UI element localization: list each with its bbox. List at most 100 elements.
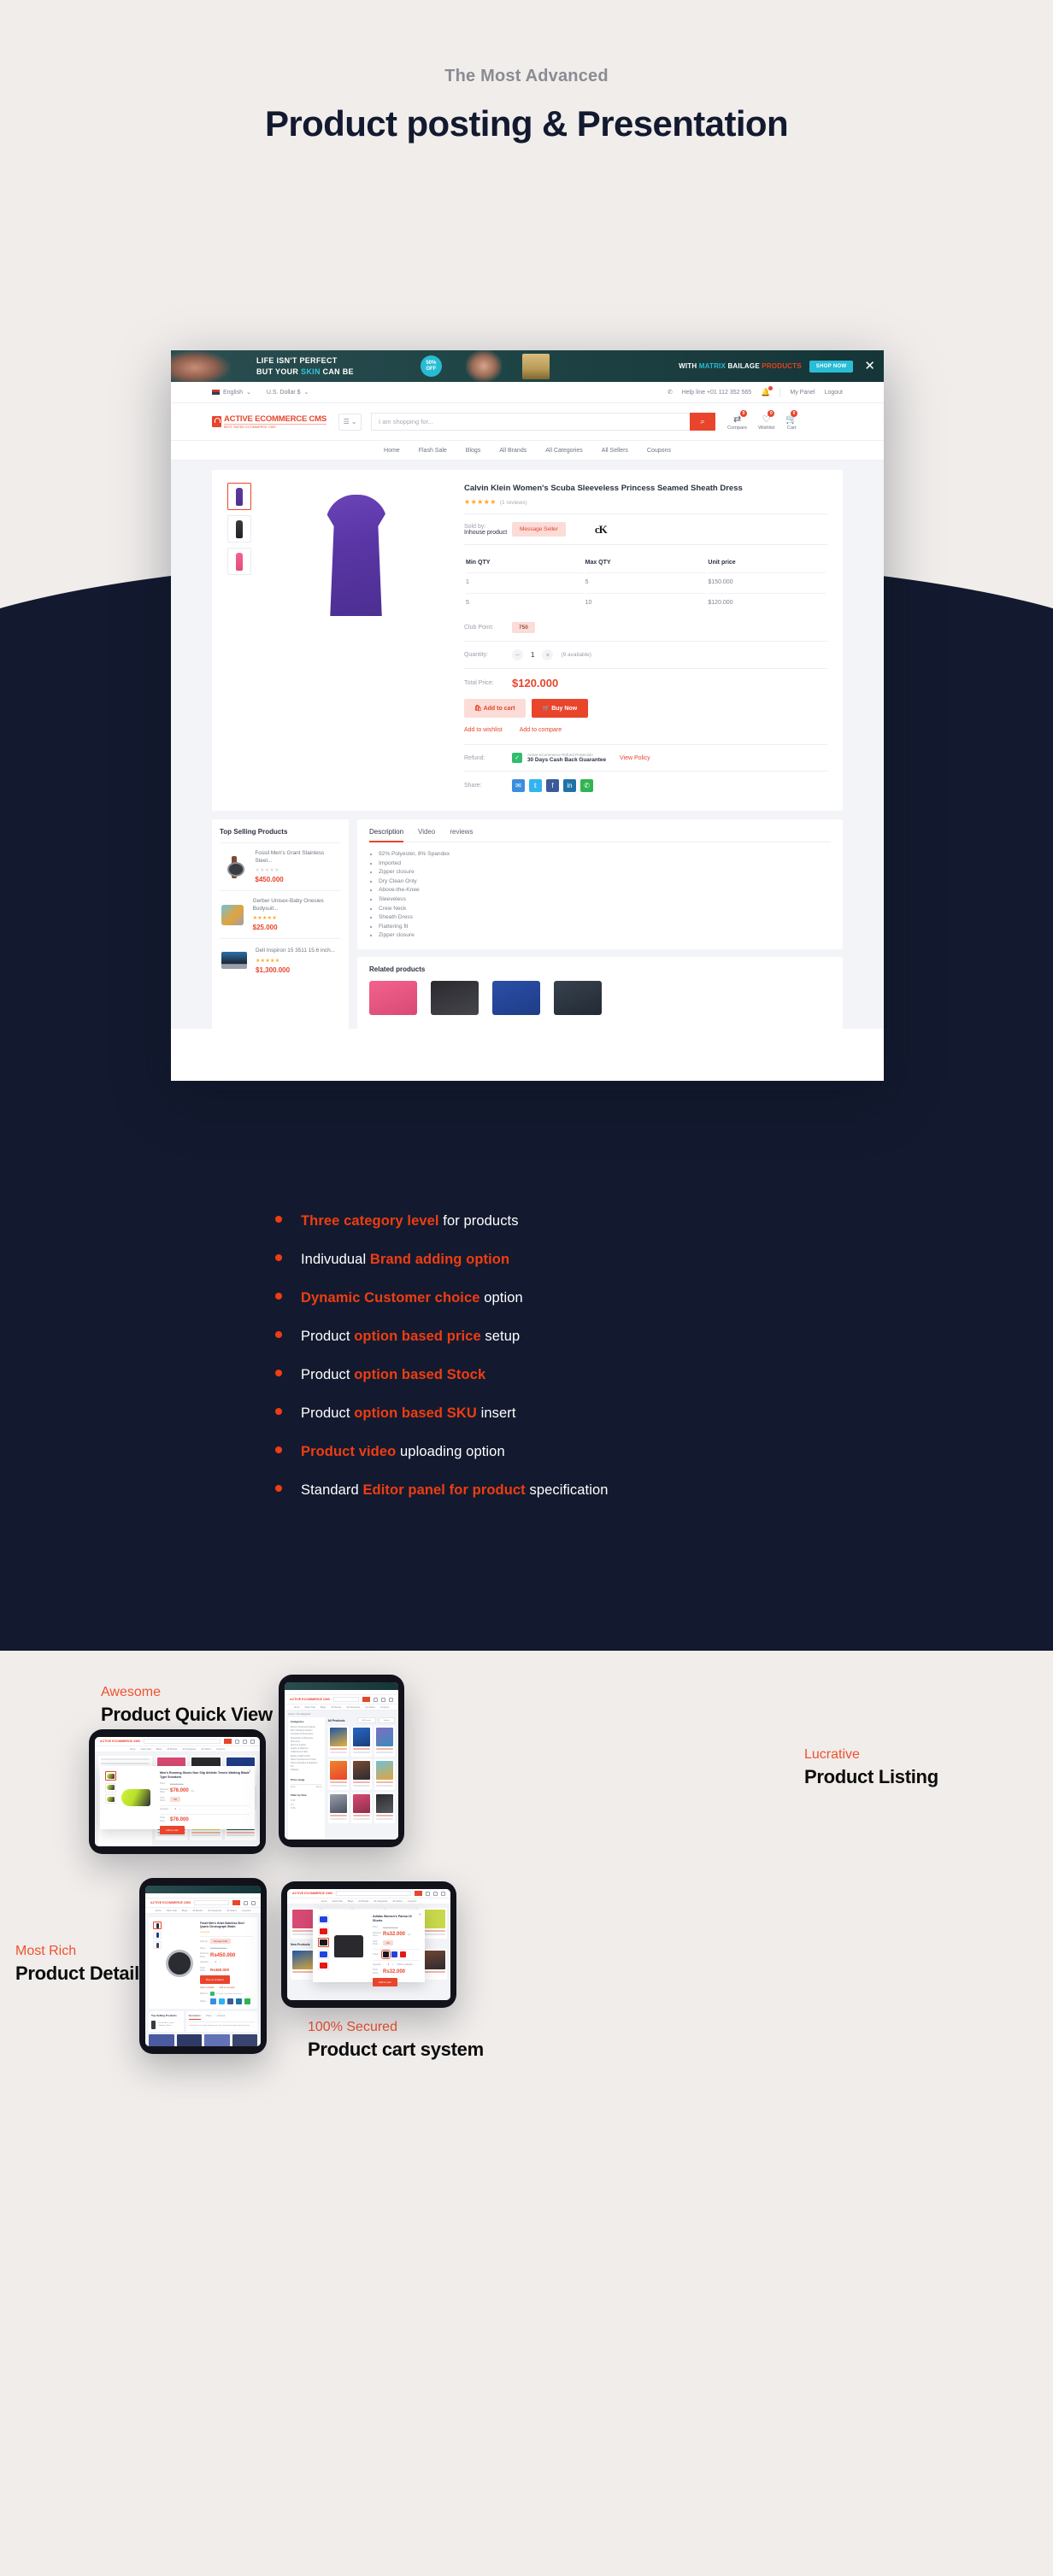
nav-item-all-brands[interactable]: All Brands xyxy=(358,1900,368,1903)
quantity-decrement-button[interactable]: − xyxy=(170,1808,172,1810)
nav-item-blogs[interactable]: Blogs xyxy=(156,1748,162,1751)
nav-item-blogs[interactable]: Blogs xyxy=(466,448,481,454)
nav-item-all-sellers[interactable]: All Sellers xyxy=(602,448,628,454)
nav-item-coupons[interactable]: Coupons xyxy=(216,1748,225,1751)
list-item[interactable] xyxy=(350,1793,372,1823)
search-input[interactable]: I am shopping for... xyxy=(371,413,691,431)
nav-item-all-brands[interactable]: All Brands xyxy=(331,1706,341,1709)
search-icon[interactable] xyxy=(415,1891,422,1896)
list-item[interactable] xyxy=(374,1793,395,1823)
close-icon[interactable]: ✕ xyxy=(864,360,875,373)
nav-item-flash-sale[interactable]: Flash Sale xyxy=(419,448,447,454)
nav-item-all-sellers[interactable]: All Sellers xyxy=(201,1748,211,1751)
cart-icon[interactable]: 🛒 0 Cart xyxy=(785,409,798,431)
nav-item-coupons[interactable]: Coupons xyxy=(408,1900,416,1903)
linkedin-share-icon[interactable]: in xyxy=(563,779,576,792)
compare-icon[interactable] xyxy=(244,1900,248,1905)
related-product-image[interactable] xyxy=(492,980,540,1015)
color-swatch-red[interactable] xyxy=(400,1951,406,1958)
site-logo[interactable]: ACTIVE ECOMMERCE CMS BEST RATED ECOMMERC… xyxy=(212,414,326,429)
related-product-image[interactable] xyxy=(431,980,479,1015)
email-share-icon[interactable] xyxy=(210,1998,216,2005)
list-item[interactable] xyxy=(374,1726,395,1757)
nav-item-all-categories[interactable]: All Categories xyxy=(545,448,583,454)
twitter-share-icon[interactable]: 𝕥 xyxy=(529,779,542,792)
nav-item-all-brands[interactable]: All Brands xyxy=(499,448,526,454)
currency-selector[interactable]: U.S. Dollar $ ⌄ xyxy=(267,389,309,396)
whatsapp-share-icon[interactable]: ✆ xyxy=(580,779,593,792)
nav-item-all-sellers[interactable]: All Sellers xyxy=(226,1910,237,1912)
logout-link[interactable]: Logout xyxy=(825,390,843,396)
close-icon[interactable]: ✕ xyxy=(249,1769,251,1773)
related-product-image[interactable] xyxy=(369,980,417,1015)
search-icon[interactable] xyxy=(362,1697,370,1702)
quantity-decrement-button[interactable]: − xyxy=(383,1963,385,1966)
add-to-wishlist-link[interactable]: Add to wishlist xyxy=(200,1986,215,1989)
nav-item-flash-sale[interactable]: Flash Sale xyxy=(167,1910,177,1912)
nav-item-blogs[interactable]: Blogs xyxy=(321,1706,326,1709)
tab-description[interactable]: Description xyxy=(369,828,404,842)
related-product-image[interactable] xyxy=(554,980,602,1015)
quantity-decrement-button[interactable]: − xyxy=(210,1961,212,1963)
buy-on-amazon-button[interactable]: Buy on Amazon xyxy=(200,1975,231,1985)
cart-icon[interactable] xyxy=(250,1739,255,1744)
nav-item-home[interactable]: Home xyxy=(384,448,400,454)
wishlist-icon[interactable]: ♡ 0 Wishlist xyxy=(758,409,775,431)
search-icon[interactable] xyxy=(232,1900,240,1905)
cart-icon[interactable] xyxy=(389,1697,393,1702)
thumbnail[interactable] xyxy=(153,1931,162,1939)
thumbnail[interactable] xyxy=(318,1961,329,1970)
quantity-increment-button[interactable]: + xyxy=(392,1963,394,1966)
tab-video[interactable]: Video xyxy=(206,2014,212,2020)
product-thumbnail-black[interactable] xyxy=(227,515,251,543)
price-slider[interactable] xyxy=(291,1783,322,1786)
nav-item-blogs[interactable]: Blogs xyxy=(182,1910,188,1912)
nav-item-all-sellers[interactable]: All Sellers xyxy=(365,1706,375,1709)
quantity-decrement-button[interactable]: − xyxy=(512,649,523,660)
my-panel-link[interactable]: My Panel xyxy=(790,390,815,396)
search-input[interactable] xyxy=(335,1891,411,1896)
color-swatch-blue[interactable] xyxy=(391,1951,397,1958)
wishlist-icon[interactable] xyxy=(433,1891,438,1896)
wishlist-icon[interactable] xyxy=(243,1739,247,1744)
brand-filter-select[interactable]: All Brands xyxy=(356,1717,376,1723)
add-to-cart-button[interactable]: 🛍 Add to cart xyxy=(464,699,526,718)
wishlist-icon[interactable] xyxy=(381,1697,385,1702)
language-selector[interactable]: English ⌄ xyxy=(212,389,251,396)
thumbnail[interactable] xyxy=(318,1949,329,1959)
color-swatch-black[interactable] xyxy=(381,1950,391,1960)
add-to-cart-button[interactable]: Add to cart xyxy=(160,1826,185,1835)
compare-icon[interactable] xyxy=(374,1697,378,1702)
facebook-share-icon[interactable]: f xyxy=(546,779,559,792)
add-to-compare-link[interactable]: Add to compare xyxy=(520,727,562,733)
compare-icon[interactable]: ⇄ 0 Compare xyxy=(727,409,748,431)
add-to-compare-link[interactable]: Add to compare xyxy=(220,1986,235,1989)
related-product-image[interactable] xyxy=(204,2034,230,2046)
thumbnail[interactable] xyxy=(153,1941,162,1949)
thumbnail[interactable] xyxy=(105,1771,116,1781)
nav-item-all-sellers[interactable]: All Sellers xyxy=(392,1900,403,1903)
linkedin-share-icon[interactable] xyxy=(236,1998,242,2005)
compare-icon[interactable] xyxy=(235,1739,239,1744)
list-item[interactable] xyxy=(350,1726,372,1757)
nav-item-coupons[interactable]: Coupons xyxy=(380,1706,389,1709)
nav-item-all-brands[interactable]: All Brands xyxy=(192,1910,203,1912)
nav-item-home[interactable]: Home xyxy=(294,1706,300,1709)
quantity-increment-button[interactable]: + xyxy=(179,1808,181,1810)
quantity-increment-button[interactable]: + xyxy=(220,1961,221,1963)
sort-select[interactable]: Newest xyxy=(378,1717,395,1723)
email-share-icon[interactable]: ✉ xyxy=(512,779,525,792)
list-item[interactable] xyxy=(327,1793,349,1823)
list-item[interactable] xyxy=(374,1759,395,1790)
tab-reviews[interactable]: reviews xyxy=(217,2014,225,2020)
nav-item-blogs[interactable]: Blogs xyxy=(348,1900,354,1903)
nav-item-home[interactable]: Home xyxy=(130,1748,136,1751)
wishlist-icon[interactable] xyxy=(251,1900,256,1905)
product-thumbnail-purple[interactable] xyxy=(227,483,251,510)
list-item[interactable]: Dell Inspiron 15 3511 15.6 inch... ★★★★★… xyxy=(220,938,341,982)
view-policy-link[interactable]: View Policy xyxy=(620,755,650,761)
search-input[interactable] xyxy=(143,1739,221,1744)
quantity-increment-button[interactable]: + xyxy=(542,649,554,660)
list-item[interactable] xyxy=(350,1759,372,1790)
notification-bell-icon[interactable]: 🔔 xyxy=(761,385,774,397)
